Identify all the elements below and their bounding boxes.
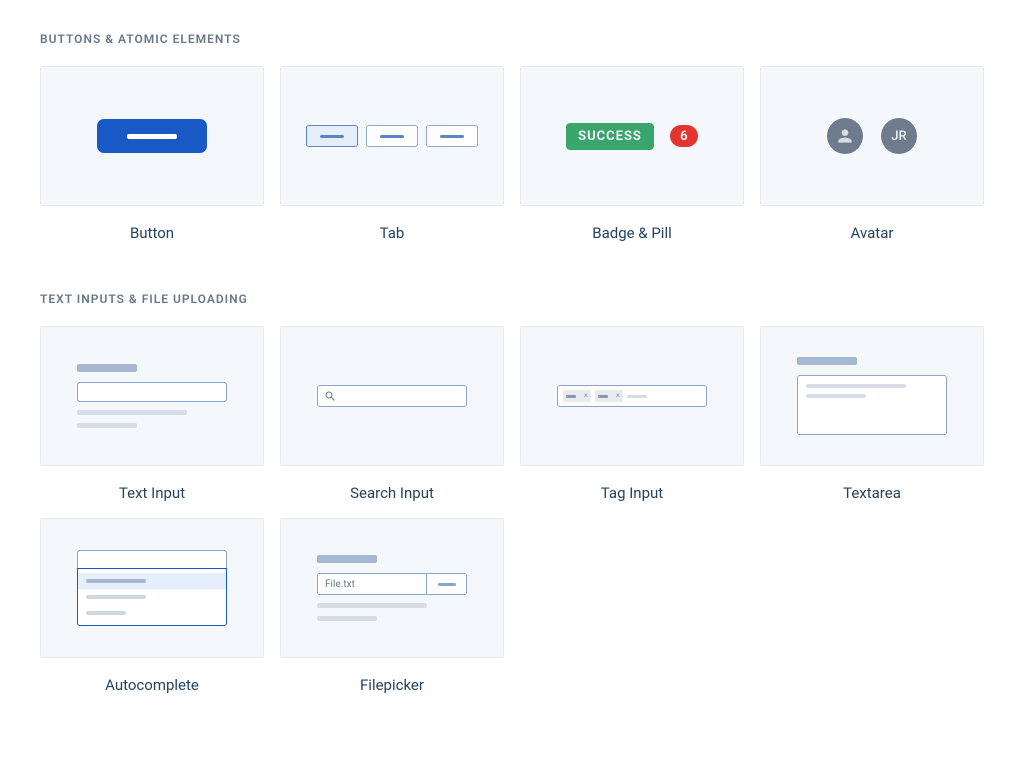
placeholder-bar: [806, 384, 906, 388]
close-icon: ×: [584, 392, 588, 400]
button-icon: [97, 119, 207, 153]
preview-filepicker: File.txt: [280, 518, 504, 658]
card-label: Tag Input: [601, 484, 663, 502]
search-icon: [324, 390, 336, 402]
placeholder-bar: [317, 555, 377, 563]
choose-file-button-icon: [426, 574, 466, 594]
card-autocomplete[interactable]: Autocomplete: [40, 518, 264, 694]
preview-text-input: [40, 326, 264, 466]
autocomplete-list-icon: [77, 568, 227, 626]
preview-textarea: [760, 326, 984, 466]
preview-avatar: JR: [760, 66, 984, 206]
card-badge-pill[interactable]: SUCCESS 6 Badge & Pill: [520, 66, 744, 242]
preview-search: [280, 326, 504, 466]
card-label: Filepicker: [360, 676, 424, 694]
placeholder-bar: [77, 364, 137, 372]
card-label: Avatar: [851, 224, 894, 242]
placeholder-bar: [627, 395, 647, 398]
card-label: Autocomplete: [105, 676, 199, 694]
placeholder-bar: [317, 616, 377, 621]
count-pill: 6: [670, 125, 698, 147]
card-label: Tab: [380, 224, 405, 242]
list-item: [78, 605, 226, 621]
search-input-icon: [317, 385, 467, 407]
tag-input-icon: × ×: [557, 385, 707, 407]
card-textarea[interactable]: Textarea: [760, 326, 984, 502]
card-tab[interactable]: Tab: [280, 66, 504, 242]
avatar-initials: JR: [881, 118, 917, 154]
preview-autocomplete: [40, 518, 264, 658]
avatar-anon-icon: [827, 118, 863, 154]
placeholder-bar: [77, 423, 137, 428]
textarea-icon: [797, 375, 947, 435]
section-title-inputs: TEXT INPUTS & FILE UPLOADING: [40, 292, 984, 306]
tab-icon: [306, 125, 358, 147]
text-input-icon: [77, 382, 227, 402]
list-item: [78, 573, 226, 589]
buttons-grid: Button Tab SUCCESS 6 Badge & Pill: [40, 66, 984, 242]
card-label: Badge & Pill: [592, 224, 672, 242]
filepicker-icon: File.txt: [317, 573, 467, 595]
success-badge: SUCCESS: [566, 123, 654, 150]
card-tag-input[interactable]: × × Tag Input: [520, 326, 744, 502]
placeholder-bar: [806, 394, 866, 398]
placeholder-bar: [797, 357, 857, 365]
close-icon: ×: [616, 392, 620, 400]
placeholder-bar: [317, 603, 427, 608]
autocomplete-input-icon: [77, 550, 227, 568]
list-item: [78, 589, 226, 605]
section-title-buttons: BUTTONS & ATOMIC ELEMENTS: [40, 32, 984, 46]
preview-tag-input: × ×: [520, 326, 744, 466]
tag-chip: ×: [563, 390, 591, 402]
inputs-grid: Text Input Search Input × × Tag Input: [40, 326, 984, 694]
preview-button: [40, 66, 264, 206]
preview-badge: SUCCESS 6: [520, 66, 744, 206]
card-label: Textarea: [843, 484, 901, 502]
tag-chip: ×: [595, 390, 623, 402]
card-text-input[interactable]: Text Input: [40, 326, 264, 502]
preview-tab: [280, 66, 504, 206]
filename: File.txt: [318, 574, 426, 594]
card-label: Button: [130, 224, 174, 242]
card-search-input[interactable]: Search Input: [280, 326, 504, 502]
tab-icon: [366, 125, 418, 147]
card-avatar[interactable]: JR Avatar: [760, 66, 984, 242]
tab-icon: [426, 125, 478, 147]
card-button[interactable]: Button: [40, 66, 264, 242]
card-label: Text Input: [119, 484, 185, 502]
placeholder-bar: [77, 410, 187, 415]
card-label: Search Input: [350, 484, 434, 502]
card-filepicker[interactable]: File.txt Filepicker: [280, 518, 504, 694]
